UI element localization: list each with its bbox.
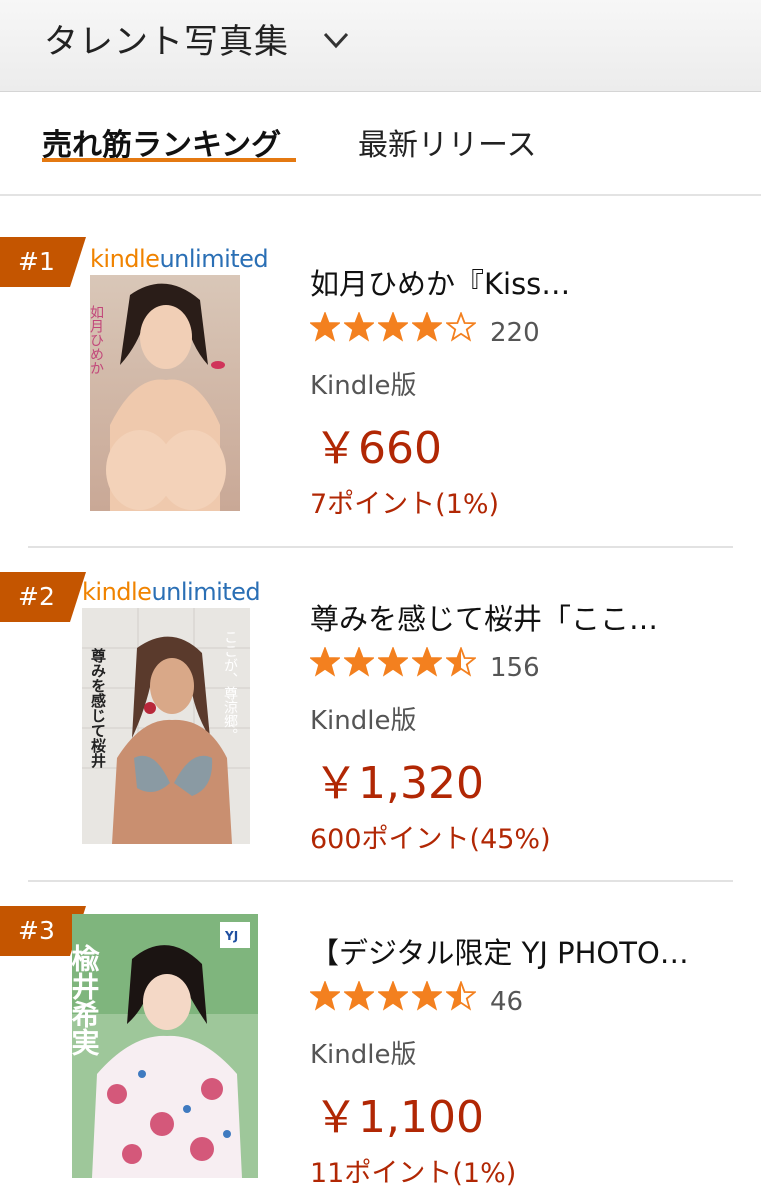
product-item[interactable]: #1 kindleunlimited 如月ひめか 如月ひめか『Kiss… 220… — [0, 215, 761, 549]
review-count[interactable]: 156 — [490, 653, 540, 683]
cover-text-left: 尊みを感じて桜井 — [89, 647, 107, 769]
star-icon — [446, 647, 476, 677]
product-cover-image[interactable]: 尊みを感じて桜井 ここが、尊涼郷。 — [82, 608, 250, 844]
category-header[interactable]: タレント写真集 — [0, 0, 761, 92]
product-price: ￥1,320 — [314, 758, 484, 809]
rank-badge: #2 — [0, 572, 86, 622]
star-icon — [378, 981, 408, 1011]
svg-text:YJ: YJ — [224, 929, 238, 943]
star-icon — [310, 647, 340, 677]
star-icon — [412, 981, 442, 1011]
product-item[interactable]: #3 楡井希実 YJ 【デジタル限定 YJ PHOTO… 46 Kindle版 … — [0, 884, 761, 1200]
kindle-unlimited-logo: kindleunlimited — [90, 245, 269, 273]
tab-bar: 売れ筋ランキング 最新リリース — [0, 92, 761, 196]
product-title[interactable]: 尊みを感じて桜井「ここ… — [310, 596, 658, 638]
svg-text:如月ひめか: 如月ひめか — [90, 305, 104, 375]
star-icon — [378, 647, 408, 677]
kindle-unlimited-logo: kindleunlimited — [82, 578, 261, 606]
active-tab-indicator — [42, 158, 296, 162]
star-icon — [412, 647, 442, 677]
star-icon — [412, 312, 442, 342]
star-icon — [310, 981, 340, 1011]
cover-text-right: ここが、尊涼郷。 — [222, 630, 238, 742]
product-price: ￥1,100 — [314, 1092, 484, 1143]
tab-new-releases[interactable]: 最新リリース — [358, 120, 537, 164]
product-title[interactable]: 【デジタル限定 YJ PHOTO… — [310, 930, 689, 972]
product-format: Kindle版 — [310, 371, 417, 401]
product-cover-image[interactable]: 如月ひめか — [90, 275, 240, 511]
divider — [28, 880, 733, 882]
product-price: ￥660 — [314, 423, 442, 474]
star-icon — [344, 312, 374, 342]
review-count[interactable]: 220 — [490, 318, 540, 348]
star-icon — [344, 647, 374, 677]
product-points: 11ポイント(1%) — [310, 1158, 517, 1189]
star-icon — [446, 981, 476, 1011]
rank-badge: #1 — [0, 237, 86, 287]
review-count[interactable]: 46 — [490, 987, 523, 1017]
product-format: Kindle版 — [310, 1040, 417, 1070]
product-format: Kindle版 — [310, 706, 417, 736]
star-icon — [344, 981, 374, 1011]
star-icon — [310, 312, 340, 342]
product-points: 600ポイント(45%) — [310, 824, 551, 855]
star-icon — [446, 312, 476, 342]
divider — [28, 546, 733, 548]
category-title: タレント写真集 — [44, 22, 289, 62]
product-title[interactable]: 如月ひめか『Kiss… — [310, 261, 570, 303]
star-icon — [378, 312, 408, 342]
product-item[interactable]: #2 kindleunlimited 尊みを感じて桜井 ここが、尊涼郷。 尊みを… — [0, 550, 761, 884]
cover-text-name: 楡井希実 — [72, 943, 101, 1056]
chevron-down-icon[interactable] — [322, 28, 350, 52]
product-points: 7ポイント(1%) — [310, 489, 500, 520]
product-cover-image[interactable]: 楡井希実 YJ — [72, 914, 258, 1178]
